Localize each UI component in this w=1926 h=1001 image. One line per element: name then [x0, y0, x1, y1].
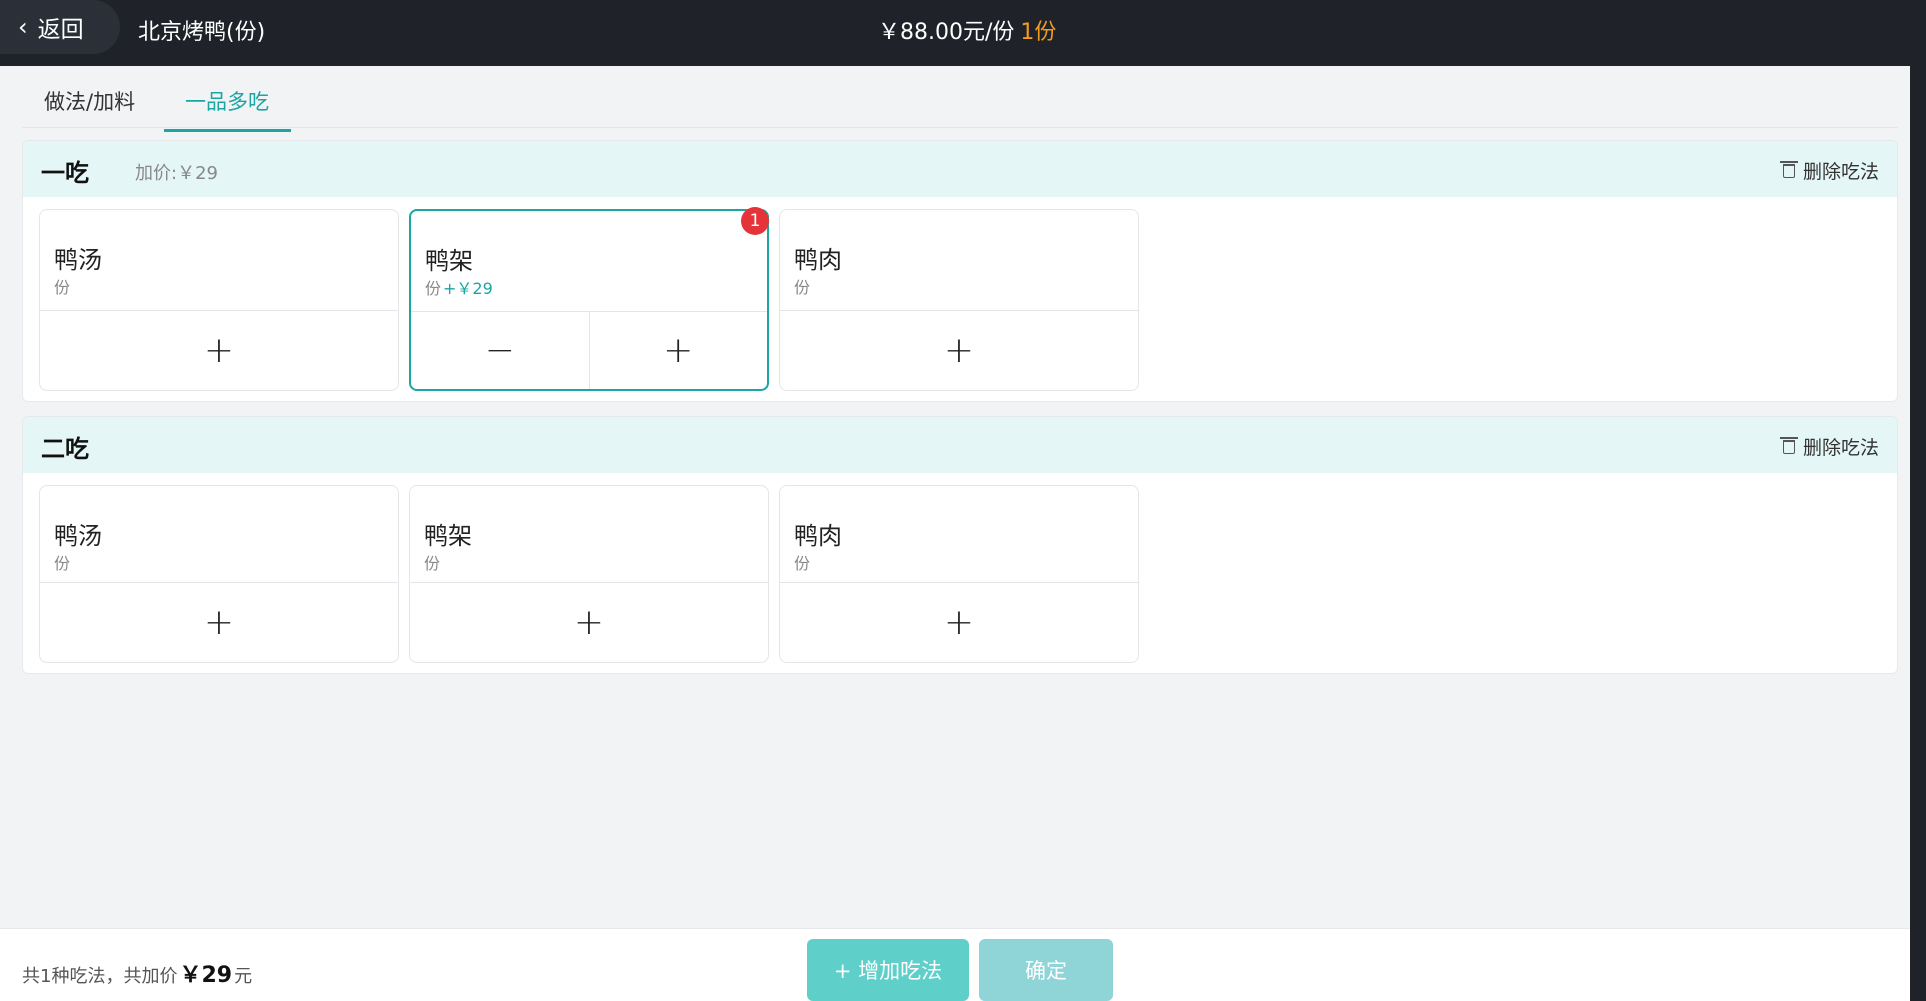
plus-button[interactable]: + — [410, 583, 768, 662]
add-course-button[interactable]: + 增加吃法 — [807, 939, 969, 1001]
item-unit-text: 份 — [54, 554, 71, 573]
item-unit: 份 +￥29 — [425, 275, 493, 299]
item-unit: 份 — [54, 274, 70, 298]
item-controls: + — [40, 582, 398, 662]
course-title: 一吃 — [41, 159, 89, 187]
surcharge-summary: 共1种吃法，共加价￥29 元 — [22, 957, 252, 989]
item-controls: + — [780, 310, 1138, 390]
unit-price: ￥88.00元/份 — [878, 20, 1015, 45]
plus-button[interactable]: + — [588, 312, 768, 389]
item-name: 鸭汤 — [54, 522, 102, 550]
item-card[interactable]: 鸭架 份 + — [409, 485, 769, 663]
item-name: 鸭汤 — [54, 246, 102, 274]
item-controls: + — [410, 582, 768, 662]
summary-suffix: 元 — [234, 966, 253, 987]
course-panel-1: 一吃 加价:￥29 删除吃法 鸭汤 份 + 鸭架 份 +￥29 − + 1 鸭肉 … — [22, 140, 1898, 402]
item-card[interactable]: 鸭汤 份 + — [39, 209, 399, 391]
trash-icon — [1779, 436, 1798, 454]
tab-multi-course[interactable]: 一品多吃 — [164, 86, 291, 132]
count-badge: 1 — [741, 207, 769, 235]
delete-course-label: 删除吃法 — [1802, 161, 1879, 183]
plus-button[interactable]: + — [780, 583, 1138, 662]
delete-course-button[interactable]: 删除吃法 — [1779, 433, 1879, 460]
item-unit-text: 份 — [424, 554, 441, 573]
item-card-selected[interactable]: 鸭架 份 +￥29 − + 1 — [409, 207, 769, 391]
item-controls: + — [40, 310, 398, 390]
bottom-bar: 共1种吃法，共加价￥29 元 + 增加吃法 确定 — [0, 928, 1910, 1001]
item-unit-text: 份 — [794, 554, 811, 573]
minus-button[interactable]: − — [411, 312, 589, 389]
item-unit-text: 份 — [794, 278, 811, 297]
item-name: 鸭肉 — [794, 246, 842, 274]
right-edge-strip — [1910, 0, 1926, 1001]
item-unit: 份 — [794, 550, 810, 574]
order-quantity: 1份 — [1020, 20, 1057, 45]
item-unit: 份 — [54, 550, 70, 574]
back-button[interactable]: ‹ 返回 — [0, 0, 120, 54]
item-extra-price: +￥29 — [443, 279, 493, 298]
item-name: 鸭肉 — [794, 522, 842, 550]
item-name: 鸭架 — [424, 522, 472, 550]
item-controls: + — [780, 582, 1138, 662]
delete-course-button[interactable]: 删除吃法 — [1779, 157, 1879, 184]
course-panel-2: 二吃 删除吃法 鸭汤 份 + 鸭架 份 + 鸭肉 份 + — [22, 416, 1898, 674]
delete-course-label: 删除吃法 — [1802, 437, 1879, 459]
tab-method-toppings[interactable]: 做法/加料 — [44, 86, 135, 116]
course-title: 二吃 — [41, 435, 89, 463]
summary-amount: ￥29 — [179, 963, 233, 988]
item-unit: 份 — [424, 550, 440, 574]
price-info: ￥88.00元/份 1份 — [878, 14, 1056, 46]
item-card[interactable]: 鸭肉 份 + — [779, 209, 1139, 391]
item-name: 鸭架 — [425, 247, 473, 275]
plus-button[interactable]: + — [40, 583, 398, 662]
confirm-button[interactable]: 确定 — [979, 939, 1113, 1001]
chevron-left-icon: ‹ — [18, 13, 28, 41]
item-unit: 份 — [794, 274, 810, 298]
back-label: 返回 — [37, 17, 84, 43]
item-card[interactable]: 鸭汤 份 + — [39, 485, 399, 663]
item-controls: − + — [411, 311, 767, 389]
trash-icon — [1779, 160, 1798, 178]
plus-button[interactable]: + — [780, 311, 1138, 390]
dish-title: 北京烤鸭(份) — [138, 20, 266, 45]
item-card[interactable]: 鸭肉 份 + — [779, 485, 1139, 663]
summary-prefix: 共1种吃法，共加价 — [22, 966, 178, 987]
course-header: 一吃 加价:￥29 删除吃法 — [23, 141, 1897, 197]
top-bar: ‹ 返回 北京烤鸭(份) ￥88.00元/份 1份 — [0, 0, 1926, 66]
course-surcharge: 加价:￥29 — [135, 163, 218, 184]
item-unit-text: 份 — [54, 278, 71, 297]
course-header: 二吃 删除吃法 — [23, 417, 1897, 473]
plus-button[interactable]: + — [40, 311, 398, 390]
tab-bar: 做法/加料 一品多吃 — [22, 66, 1898, 132]
item-unit-text: 份 — [425, 279, 442, 298]
